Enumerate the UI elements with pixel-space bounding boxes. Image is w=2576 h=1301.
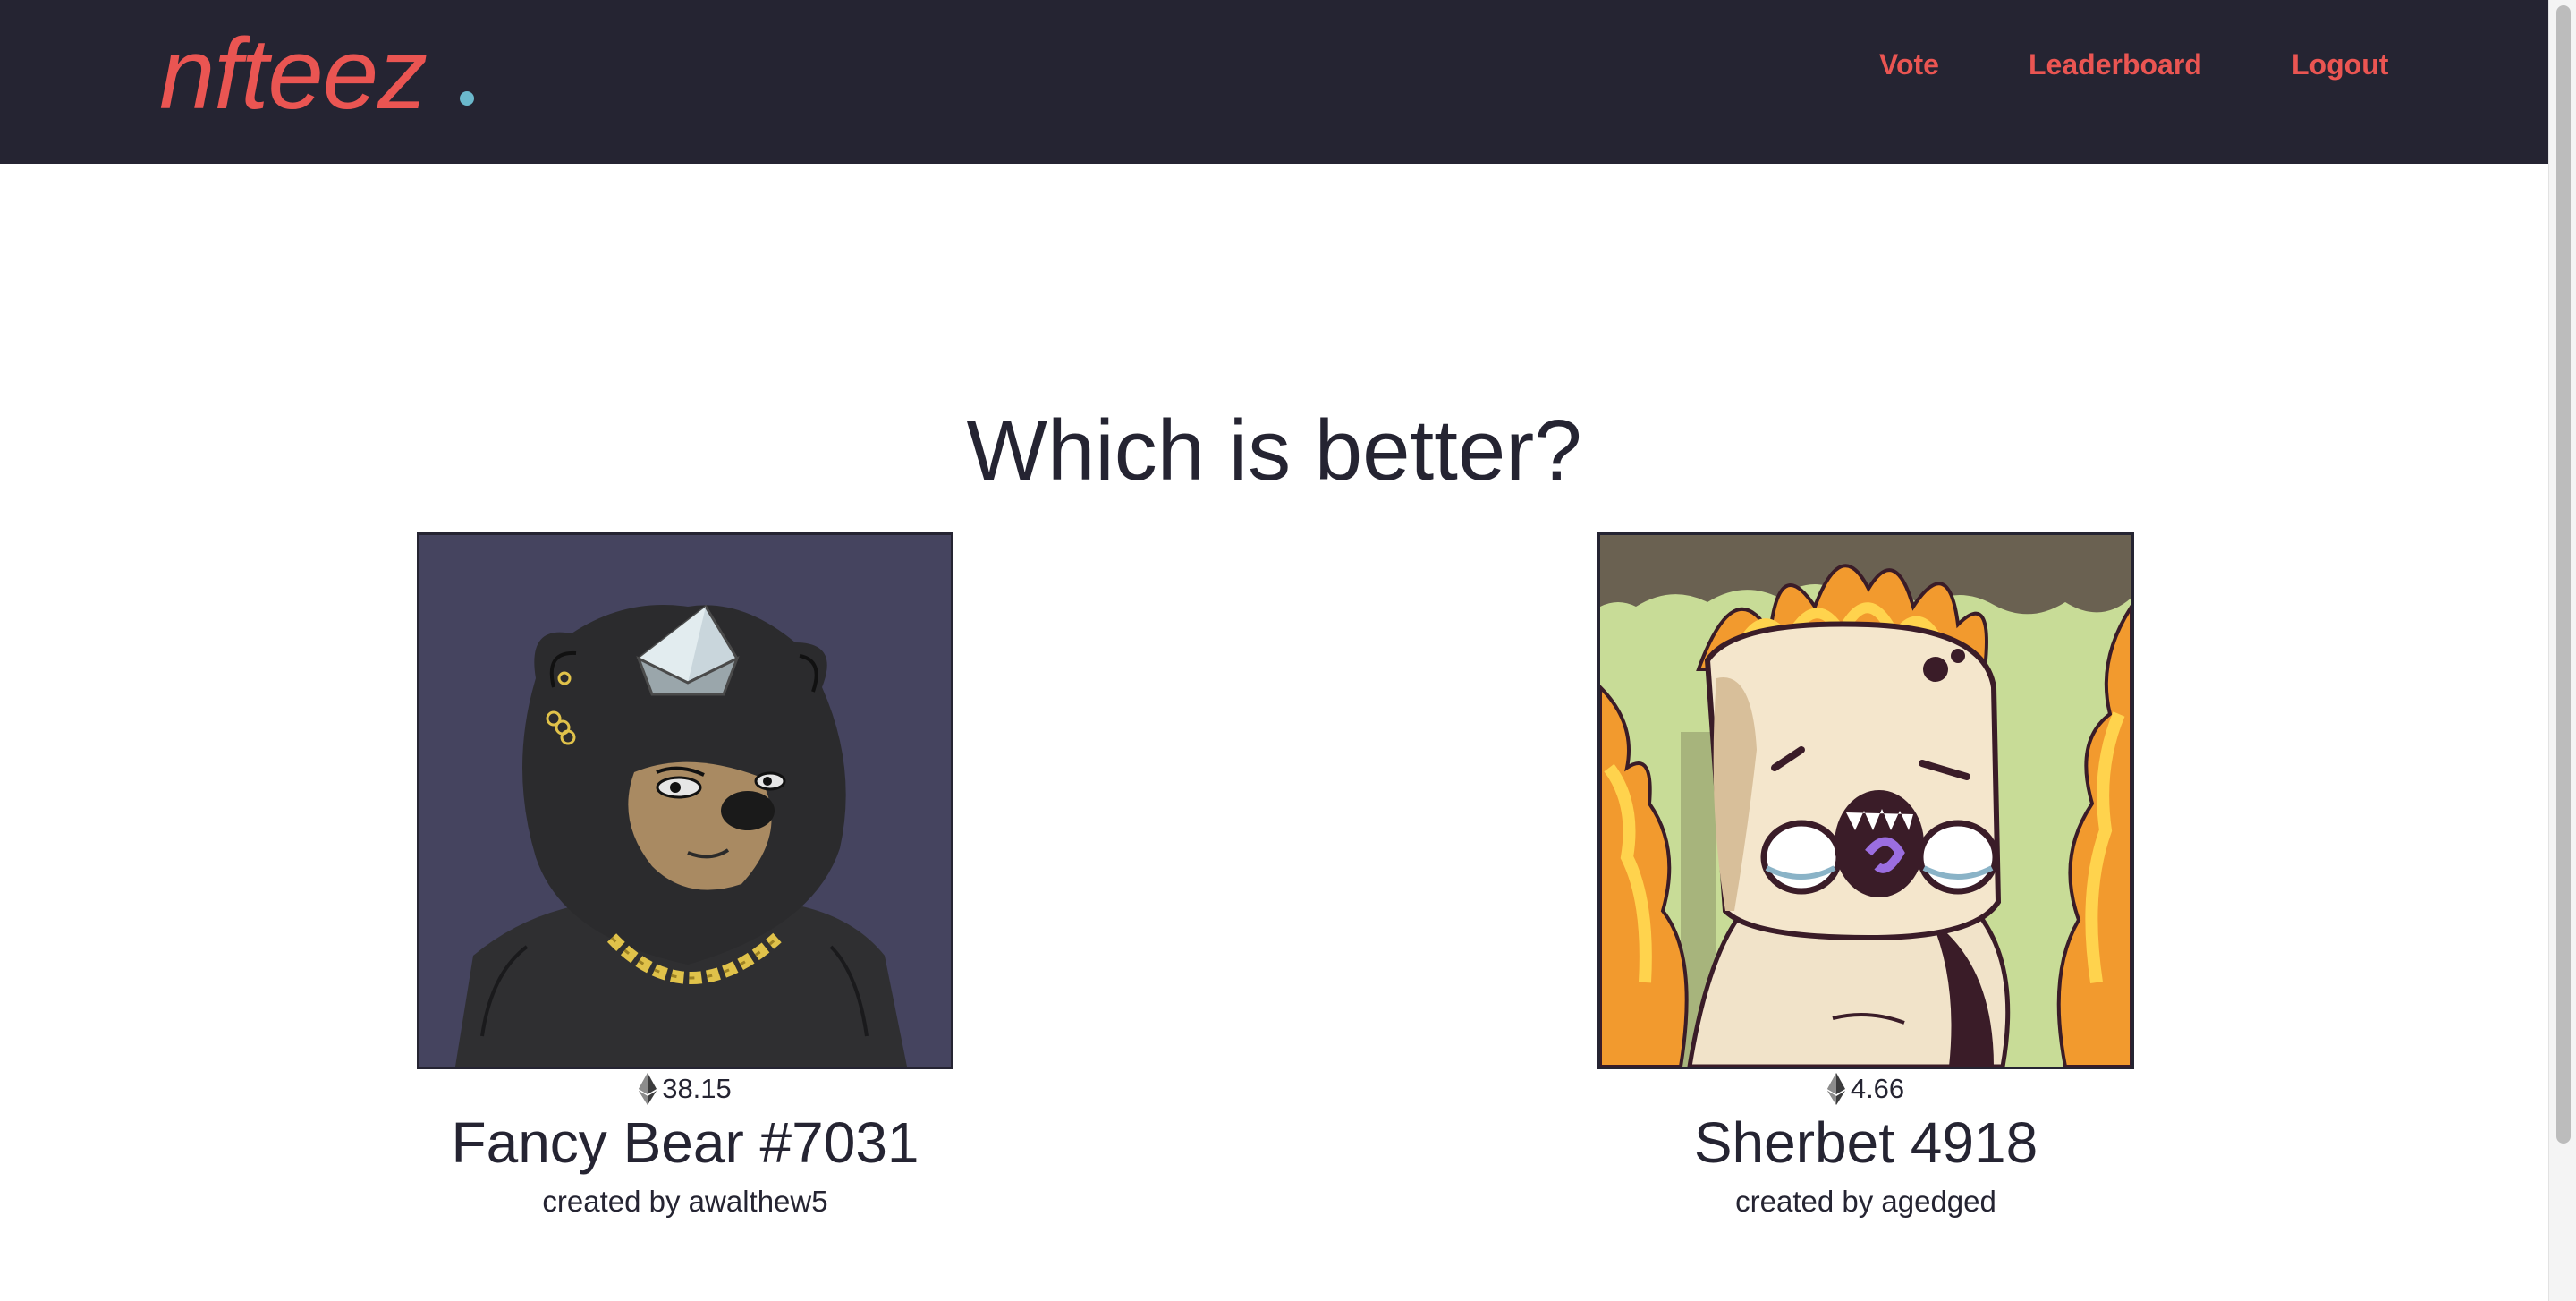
nft-title[interactable]: Fancy Bear #7031 (417, 1107, 953, 1178)
nft-creator: created by agedged (1735, 1185, 1996, 1218)
page-scrollbar[interactable] (2548, 0, 2576, 1301)
nft-title[interactable]: Sherbet 4918 (1597, 1107, 2134, 1178)
nft-creator: created by awalthew5 (542, 1185, 828, 1218)
scrollbar-thumb[interactable] (2556, 5, 2571, 1144)
site-logo[interactable]: nfteez (159, 16, 428, 132)
nav-vote-link[interactable]: Vote (1879, 45, 1939, 84)
ethereum-icon (1826, 1073, 1845, 1105)
nav-logout-link[interactable]: Logout (2292, 45, 2388, 84)
page-heading: Which is better? (966, 403, 1582, 499)
nav-leaderboard-link[interactable]: Leaderboard (2029, 45, 2202, 84)
nft-card-right[interactable]: 4.66 Sherbet 4918 created by agedged (1597, 532, 2134, 1220)
bear-nft-image[interactable] (417, 532, 953, 1069)
logo-dot (460, 91, 474, 106)
ethereum-icon (639, 1073, 657, 1105)
price-row: 38.15 (417, 1073, 953, 1105)
price-row: 4.66 (1597, 1073, 2134, 1105)
price-value: 4.66 (1850, 1073, 1905, 1104)
price-value: 38.15 (662, 1073, 732, 1104)
nft-card-left[interactable]: 38.15 Fancy Bear #7031 created by awalth… (417, 532, 953, 1220)
sherbet-nft-image[interactable] (1597, 532, 2134, 1069)
navbar: nfteez Vote Leaderboard Logout (0, 0, 2548, 164)
